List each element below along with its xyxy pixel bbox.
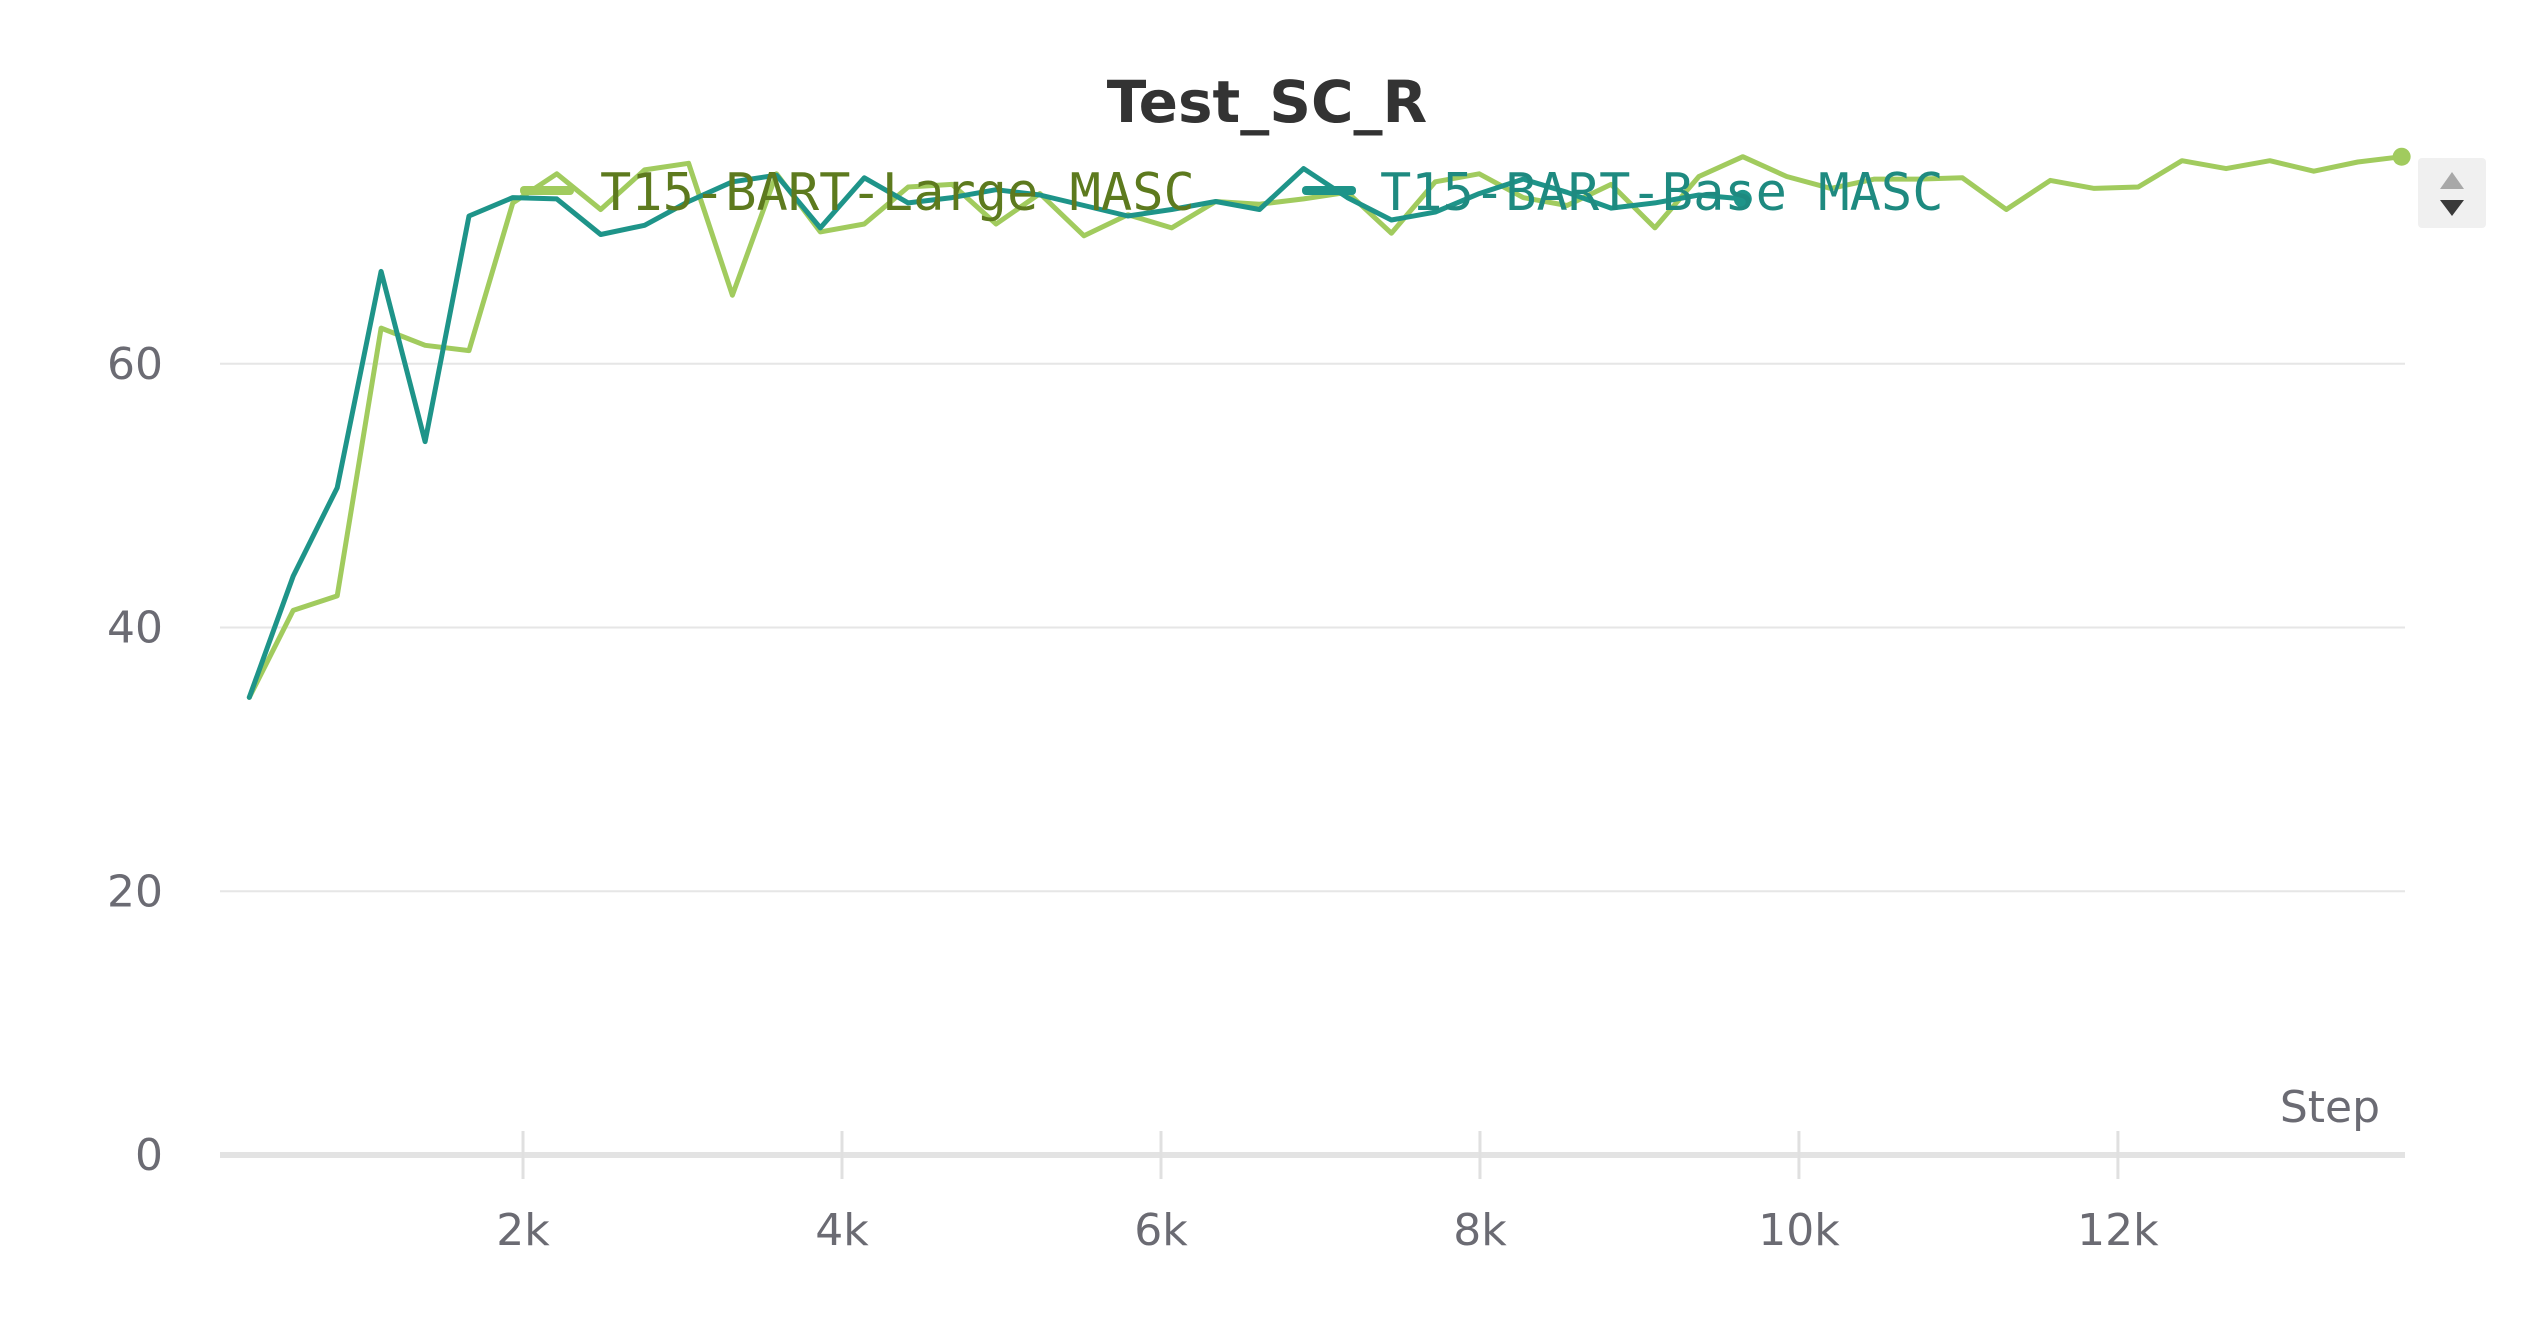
data-point (246, 694, 252, 700)
chart: 0 20 40 60 2k 4k 6k 8k 10k 12k Test_SC_R T15-BAR… (107, 68, 2486, 1256)
data-point (1344, 195, 1350, 201)
data-point (1959, 175, 1965, 181)
legend-label-base: T15-BART-Base MASC (1380, 163, 1944, 223)
y-tick-label: 20 (107, 866, 163, 917)
data-point (2003, 206, 2009, 212)
legend-swatch-large (520, 186, 574, 195)
series-lines (246, 147, 2411, 700)
data-point (378, 268, 384, 274)
data-point (2223, 166, 2229, 172)
data-point (1301, 196, 1307, 202)
x-axis (220, 1131, 2405, 1179)
x-tick-label: 6k (1134, 1205, 1188, 1256)
series-1 (246, 166, 1752, 700)
data-point (466, 348, 472, 354)
data-point (598, 232, 604, 238)
data-point (2179, 158, 2185, 164)
data-point (466, 213, 472, 219)
x-tick-label: 2k (496, 1205, 550, 1256)
series-line (246, 166, 1746, 700)
chart-title: Test_SC_R (1107, 68, 1427, 136)
data-point (1388, 230, 1394, 236)
y-tick-label: 40 (107, 603, 163, 654)
data-point (422, 439, 428, 445)
data-point (554, 196, 560, 202)
data-point (2047, 177, 2053, 183)
series-end-point (2392, 147, 2411, 166)
y-tick-label: 0 (135, 1130, 163, 1181)
grid-lines (220, 362, 2405, 893)
data-point (334, 593, 340, 599)
legend-scroll-control[interactable] (2418, 158, 2486, 228)
x-tick-label: 8k (1453, 1205, 1507, 1256)
legend-item-large[interactable]: T15-BART-Large MASC (520, 163, 1195, 223)
data-point (334, 485, 340, 491)
data-point (2135, 184, 2141, 190)
series-line (246, 154, 2405, 700)
data-point (1301, 166, 1307, 172)
data-point (422, 342, 428, 348)
x-tick-label: 10k (1758, 1205, 1840, 1256)
x-axis-label: Step (2280, 1082, 2380, 1133)
legend-item-base[interactable]: T15-BART-Base MASC (1302, 163, 1944, 223)
data-point (290, 607, 296, 613)
legend-label-large: T15-BART-Large MASC (600, 163, 1195, 223)
data-point (1169, 225, 1175, 231)
data-point (510, 195, 516, 201)
data-point (554, 171, 560, 177)
data-point (2311, 168, 2317, 174)
data-point (2267, 158, 2273, 164)
legend-scroll-background (2418, 158, 2486, 228)
data-point (1213, 199, 1219, 205)
legend-swatch-base (1302, 186, 1356, 195)
data-point (2355, 159, 2361, 165)
x-tick-labels: 2k 4k 6k 8k 10k 12k (496, 1205, 2159, 1256)
data-point (817, 225, 823, 231)
series-0 (246, 147, 2411, 700)
data-point (1257, 206, 1263, 212)
data-point (1081, 233, 1087, 239)
x-tick-label: 4k (815, 1205, 869, 1256)
data-point (2091, 185, 2097, 191)
x-tick-label: 12k (2077, 1205, 2159, 1256)
y-tick-labels: 0 20 40 60 (107, 339, 163, 1181)
data-point (642, 222, 648, 228)
data-point (290, 573, 296, 579)
data-point (378, 325, 384, 331)
data-point (729, 292, 735, 298)
data-point (1740, 154, 1746, 160)
y-tick-label: 60 (107, 339, 163, 390)
legend: T15-BART-Large MASC T15-BART-Base MASC (520, 163, 1944, 223)
data-point (1652, 225, 1658, 231)
